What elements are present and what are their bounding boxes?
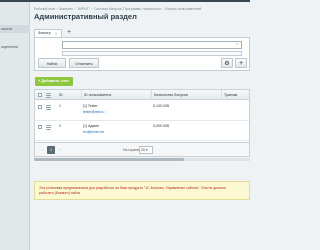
gear-icon[interactable]: ⚙ bbox=[221, 58, 233, 68]
filter-panel: × Найти Отменить ⚙ + bbox=[34, 37, 250, 71]
pager: ‹ 1 › На странице: 20 ▾ bbox=[34, 143, 250, 157]
cell-id: 1 bbox=[59, 104, 61, 108]
breadcrumb-separator: › bbox=[91, 7, 93, 11]
row-menu-icon[interactable] bbox=[46, 125, 51, 130]
add-account-button[interactable]: + Добавить счет bbox=[35, 77, 73, 86]
cell-id: 2 bbox=[59, 124, 61, 128]
column-header-id[interactable]: ID bbox=[57, 90, 81, 100]
table-row[interactable]: 1 [1] Tester tester@test.ru 5,100.00$ bbox=[35, 101, 249, 121]
row-menu-icon[interactable] bbox=[46, 105, 51, 110]
close-icon[interactable]: × bbox=[55, 31, 57, 36]
column-header-transactions[interactable]: Транзак bbox=[221, 90, 249, 100]
dev-notice-text: Эта установка предназначена для разработ… bbox=[39, 186, 226, 195]
row-checkbox[interactable] bbox=[38, 105, 42, 109]
cell-bonus: 5,000.00$ bbox=[153, 124, 169, 128]
breadcrumb-item[interactable]: "АКРИТ" bbox=[77, 7, 90, 11]
cell-user[interactable]: [1] Tester bbox=[83, 104, 98, 108]
data-table: ID ID пользователя Количество бонусов Тр… bbox=[34, 89, 250, 143]
column-header-bonus[interactable]: Количество бонусов bbox=[151, 90, 221, 100]
scrollbar-thumb[interactable] bbox=[34, 158, 184, 161]
breadcrumb: Рабочий стол› Магазин› "АКРИТ"› Система … bbox=[34, 7, 202, 11]
prev-page-icon[interactable]: ‹ bbox=[38, 146, 46, 154]
plus-icon[interactable]: + bbox=[235, 58, 247, 68]
dev-notice: Эта установка предназначена для разработ… bbox=[34, 181, 250, 200]
breadcrumb-item[interactable]: Рабочий стол bbox=[34, 7, 55, 11]
next-page-icon[interactable]: › bbox=[56, 146, 64, 154]
sidebar: ьности окупатели bbox=[0, 2, 30, 250]
table-header: ID ID пользователя Количество бонусов Тр… bbox=[35, 90, 249, 100]
filter-field-select[interactable] bbox=[62, 51, 242, 56]
page-number-current[interactable]: 1 bbox=[47, 146, 55, 154]
table-row[interactable]: 2 [1] Админ foo@mine.me 5,000.00$ bbox=[35, 121, 249, 141]
sidebar-item-loyalty[interactable]: ьности bbox=[0, 25, 30, 33]
column-header-user-id[interactable]: ID пользователя bbox=[81, 90, 151, 100]
add-filter-icon[interactable]: + bbox=[65, 29, 73, 37]
breadcrumb-separator: › bbox=[56, 7, 58, 11]
row-checkbox[interactable] bbox=[38, 125, 42, 129]
main-content: Рабочий стол› Магазин› "АКРИТ"› Система … bbox=[31, 2, 250, 250]
select-all-checkbox[interactable] bbox=[38, 93, 42, 97]
filter-tab[interactable]: Фильтр bbox=[34, 29, 62, 37]
filter-search-input[interactable] bbox=[62, 41, 242, 49]
breadcrumb-separator: › bbox=[162, 7, 164, 11]
cell-bonus: 5,100.00$ bbox=[153, 104, 169, 108]
clear-icon[interactable]: × bbox=[236, 41, 238, 46]
page-title: Административный раздел bbox=[34, 12, 137, 21]
horizontal-scrollbar[interactable] bbox=[34, 158, 250, 161]
cell-user[interactable]: [1] Админ bbox=[83, 124, 99, 128]
per-page-select[interactable]: 20 ▾ bbox=[139, 146, 153, 154]
cancel-button[interactable]: Отменить bbox=[69, 58, 99, 68]
cell-user-email[interactable]: tester@test.ru bbox=[83, 110, 104, 114]
breadcrumb-item[interactable]: Бонусы пользователей bbox=[165, 7, 201, 11]
breadcrumb-separator: › bbox=[73, 7, 75, 11]
star-icon[interactable]: ☆ bbox=[103, 11, 109, 19]
sidebar-item-customers[interactable]: окупатели bbox=[0, 43, 30, 51]
settings-menu-icon[interactable] bbox=[46, 93, 51, 98]
cell-user-email[interactable]: foo@mine.me bbox=[83, 130, 104, 134]
breadcrumb-item[interactable]: Магазин bbox=[59, 7, 72, 11]
find-button[interactable]: Найти bbox=[38, 58, 66, 68]
